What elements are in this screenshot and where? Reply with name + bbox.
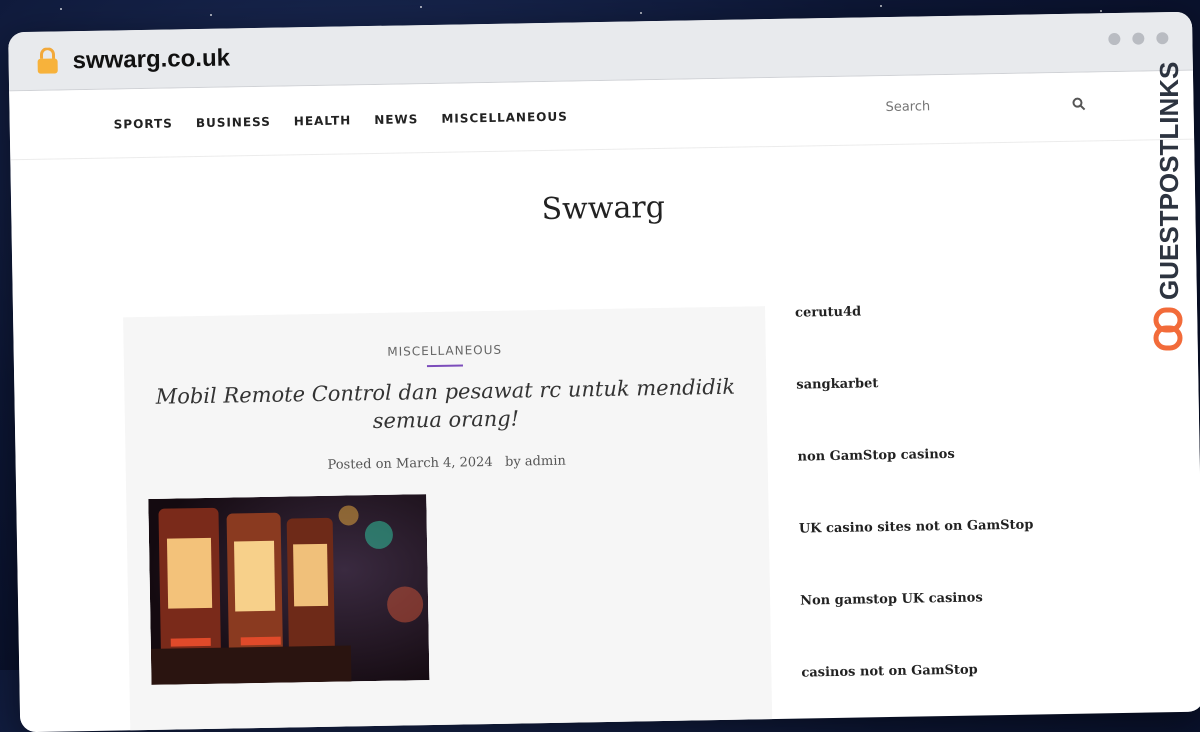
post-card: MISCELLANEOUS Mobil Remote Control dan p… xyxy=(123,306,773,732)
nav-item-news[interactable]: NEWS xyxy=(374,112,418,127)
window-dot[interactable] xyxy=(1132,32,1145,45)
site-page: SPORTS BUSINESS HEALTH NEWS MISCELLANEOU… xyxy=(9,70,1200,732)
window-dot[interactable] xyxy=(1156,32,1169,45)
slot-machine-image xyxy=(148,494,430,685)
lock-icon xyxy=(37,47,58,74)
search-box xyxy=(883,94,1093,122)
sidebar-link[interactable]: cerutu4d xyxy=(795,301,1056,378)
sidebar-links: cerutu4d sangkarbet non GamStop casinos … xyxy=(795,301,1062,732)
sidebar-link[interactable]: non GamStop casinos xyxy=(797,445,1058,522)
post-title[interactable]: Mobil Remote Control dan pesawat rc untu… xyxy=(134,372,757,439)
sidebar-link[interactable]: Non gamstop UK casinos xyxy=(800,589,1061,666)
post-date[interactable]: March 4, 2024 xyxy=(396,455,493,472)
post-category[interactable]: MISCELLANEOUS xyxy=(124,338,766,363)
category-underline xyxy=(426,364,463,368)
nav-item-business[interactable]: BUSINESS xyxy=(196,115,271,130)
sidebar-link[interactable]: UK casino sites not on GamStop xyxy=(799,517,1060,594)
posted-on-label: Posted on xyxy=(327,456,392,473)
address-url[interactable]: swwarg.co.uk xyxy=(72,44,230,75)
post-meta: Posted on March 4, 2024 by admin xyxy=(126,450,768,476)
guestpostlinks-watermark: GUESTPOSTLINKS xyxy=(1153,62,1184,351)
by-label: by xyxy=(504,454,521,470)
link-logo-icon xyxy=(1153,307,1183,351)
search-input[interactable] xyxy=(883,96,1058,117)
nav-menu: SPORTS BUSINESS HEALTH NEWS MISCELLANEOU… xyxy=(114,110,568,132)
post-thumbnail[interactable] xyxy=(148,494,430,685)
nav-item-miscellaneous[interactable]: MISCELLANEOUS xyxy=(441,110,568,126)
window-dot[interactable] xyxy=(1108,32,1121,46)
site-title[interactable]: Swwarg xyxy=(11,181,1195,237)
nav-item-health[interactable]: HEALTH xyxy=(294,113,352,128)
nav-item-sports[interactable]: SPORTS xyxy=(114,116,173,131)
sidebar-link[interactable]: casinos not on GamStop xyxy=(801,661,1062,732)
sidebar-link[interactable]: sangkarbet xyxy=(796,373,1057,450)
browser-window: swwarg.co.uk SPORTS BUSINESS HEALTH NEWS… xyxy=(8,11,1200,732)
post-author[interactable]: admin xyxy=(525,454,566,470)
watermark-text: GUESTPOSTLINKS xyxy=(1154,62,1184,300)
window-controls xyxy=(1108,32,1169,46)
search-icon[interactable] xyxy=(1071,97,1086,111)
